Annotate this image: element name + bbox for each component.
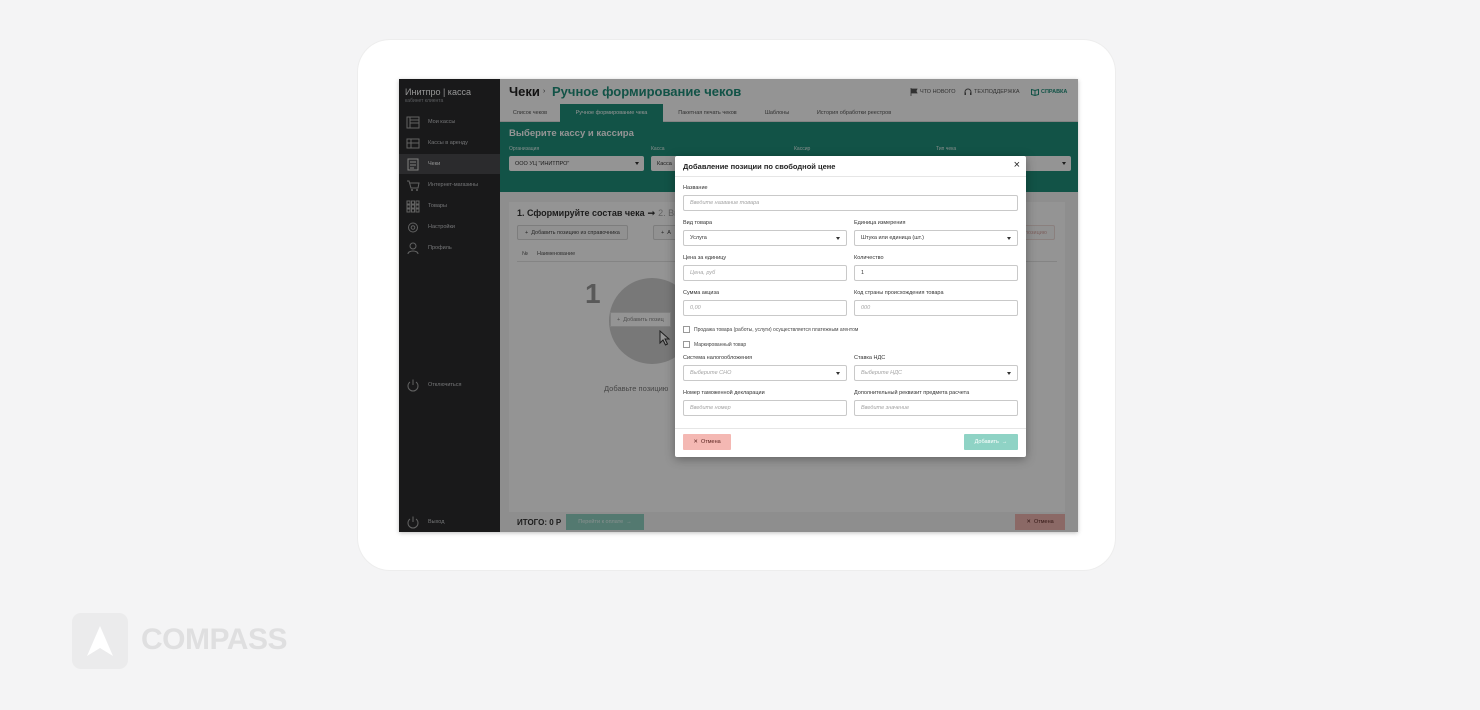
cancel-label: Отмена [700,439,721,445]
close-icon: ✕ [693,439,698,445]
vat-rate-placeholder: Выберите НДС [861,370,902,376]
compass-logo-icon [72,613,128,669]
dialog-header: Добавление позиции по свободной цене × [675,156,1026,177]
quantity-label: Количество [854,255,884,261]
tax-system-placeholder: Выберите СНО [690,370,732,376]
add-free-price-dialog: Добавление позиции по свободной цене × Н… [675,156,1026,457]
excise-label: Сумма акциза [683,290,720,296]
close-icon[interactable]: × [1014,160,1020,171]
price-input[interactable]: Цена, руб [683,265,847,281]
unit-value: Штука или единица (шт.) [861,235,924,241]
excise-input[interactable]: 0,00 [683,300,847,316]
marked-product-label: Маркированный товар [694,341,747,348]
arrow-right-icon: → [1001,439,1008,445]
compass-logo-text: COMPASS [141,623,287,656]
name-label: Название [683,185,708,191]
chevron-down-icon [836,237,840,240]
payment-agent-label: Продажа товара (работы, услуги) осуществ… [694,326,859,333]
app-screen: Инитпро | касса кабинет клиента Мои касс… [399,79,1078,532]
product-type-label: Вид товара [683,220,713,226]
vat-rate-select[interactable]: Выберите НДС [854,365,1018,381]
chevron-down-icon [836,372,840,375]
product-type-select[interactable]: Услуга [683,230,847,246]
tax-system-label: Система налогообложения [683,355,753,361]
unit-label: Единица измерения [854,220,906,226]
extra-attribute-label: Дополнительный реквизит предмета расчета [854,390,970,396]
country-code-input[interactable]: 000 [854,300,1018,316]
marked-product-checkbox-row[interactable]: Маркированный товар [683,341,746,348]
product-type-value: Услуга [690,235,707,241]
dialog-footer-divider [675,428,1026,429]
chevron-down-icon [1007,372,1011,375]
customs-declaration-input[interactable]: Введите номер [683,400,847,416]
extra-attribute-input[interactable]: Введите значение [854,400,1018,416]
add-label: Добавить [974,439,999,445]
vat-rate-label: Ставка НДС [854,355,886,361]
payment-agent-checkbox[interactable] [683,326,690,333]
dialog-title: Добавление позиции по свободной цене [683,162,836,171]
customs-declaration-label: Номер таможенной декларации [683,390,765,396]
price-label: Цена за единицу [683,255,727,261]
quantity-input[interactable]: 1 [854,265,1018,281]
tax-system-select[interactable]: Выберите СНО [683,365,847,381]
unit-select[interactable]: Штука или единица (шт.) [854,230,1018,246]
country-code-label: Код страны происхождения товара [854,290,944,296]
cancel-button[interactable]: ✕ Отмена [683,434,731,450]
add-button[interactable]: Добавить → [964,434,1018,450]
payment-agent-checkbox-row[interactable]: Продажа товара (работы, услуги) осуществ… [683,326,858,333]
chevron-down-icon [1007,237,1011,240]
name-input[interactable]: Введите название товара [683,195,1018,211]
marked-product-checkbox[interactable] [683,341,690,348]
